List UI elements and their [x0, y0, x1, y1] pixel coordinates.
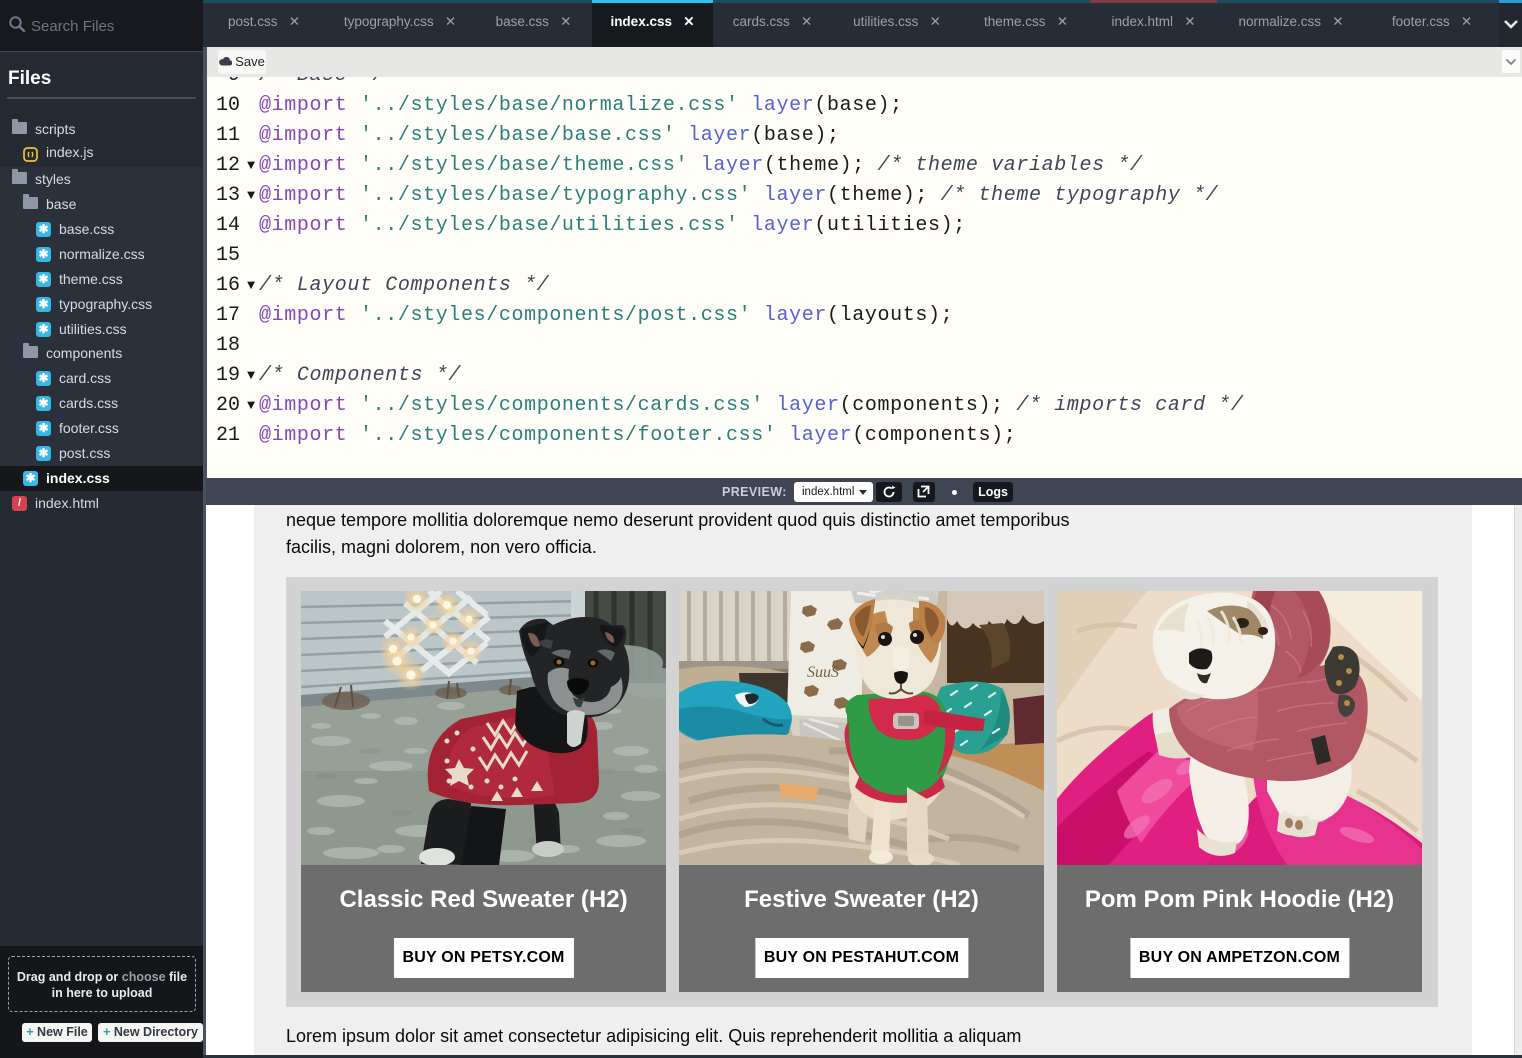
svg-text:SuuS: SuuS	[807, 664, 839, 681]
